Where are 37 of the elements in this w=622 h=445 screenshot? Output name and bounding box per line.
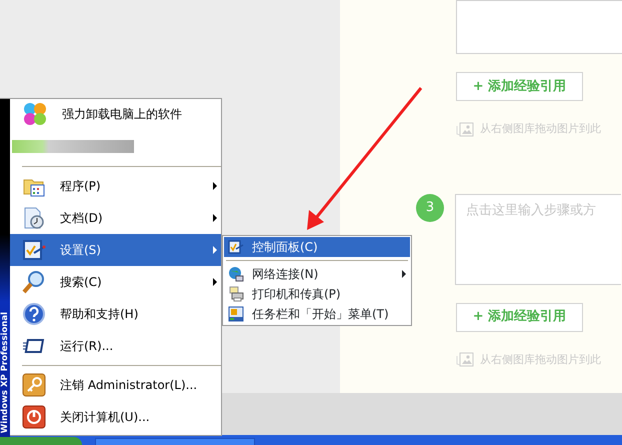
submenu-arrow-icon [213,246,217,254]
menu-item[interactable]: 关闭计算机(U)... [10,401,221,433]
submenu-arrow-icon [213,278,217,286]
menu-item[interactable]: 强力卸载电脑上的软件 [10,99,221,129]
menu-item[interactable]: 程序(P) [10,170,221,202]
clock-document-icon [22,206,46,230]
taskbar-icon [228,306,244,322]
menu-item[interactable]: 设置(S) [10,234,221,266]
step-text-field[interactable] [456,0,622,54]
checkmark-pen-icon [22,238,46,262]
menu-item[interactable]: 搜索(C) [10,266,221,298]
help-icon [22,302,46,326]
key-icon [22,373,46,397]
submenu-item[interactable]: 任务栏和「开始」菜单(T) [224,304,410,324]
submenu-item[interactable]: 打印机和传真(P) [224,284,410,304]
step-number: 3 [416,194,444,222]
clover-icon [22,101,48,127]
side-banner-text: Windows XP Professional [0,312,10,433]
submenu-arrow-icon [213,214,217,222]
submenu-arrow-icon [402,270,406,278]
image-icon [456,352,474,368]
image-icon [456,122,474,137]
submenu-item[interactable]: 网络连接(N) [224,264,410,284]
menu-item[interactable]: 文档(D) [10,202,221,234]
placeholder-text: 点击这里输入步骤或方 [466,202,596,218]
menu-item[interactable]: 注销 Administrator(L)... [10,369,221,401]
control-panel-icon [228,239,244,255]
power-icon [22,405,46,429]
globe-icon [228,266,244,282]
menu-item[interactable]: 帮助和支持(H) [10,298,221,330]
submenu-item[interactable]: 控制面板(C) [224,237,410,257]
printer-icon [228,286,244,302]
taskbar-window-button[interactable] [95,438,255,445]
submenu-arrow-icon [213,182,217,190]
menu-item[interactable]: 运行(R)... [10,330,221,362]
start-button[interactable] [0,437,82,445]
search-icon [22,270,46,294]
